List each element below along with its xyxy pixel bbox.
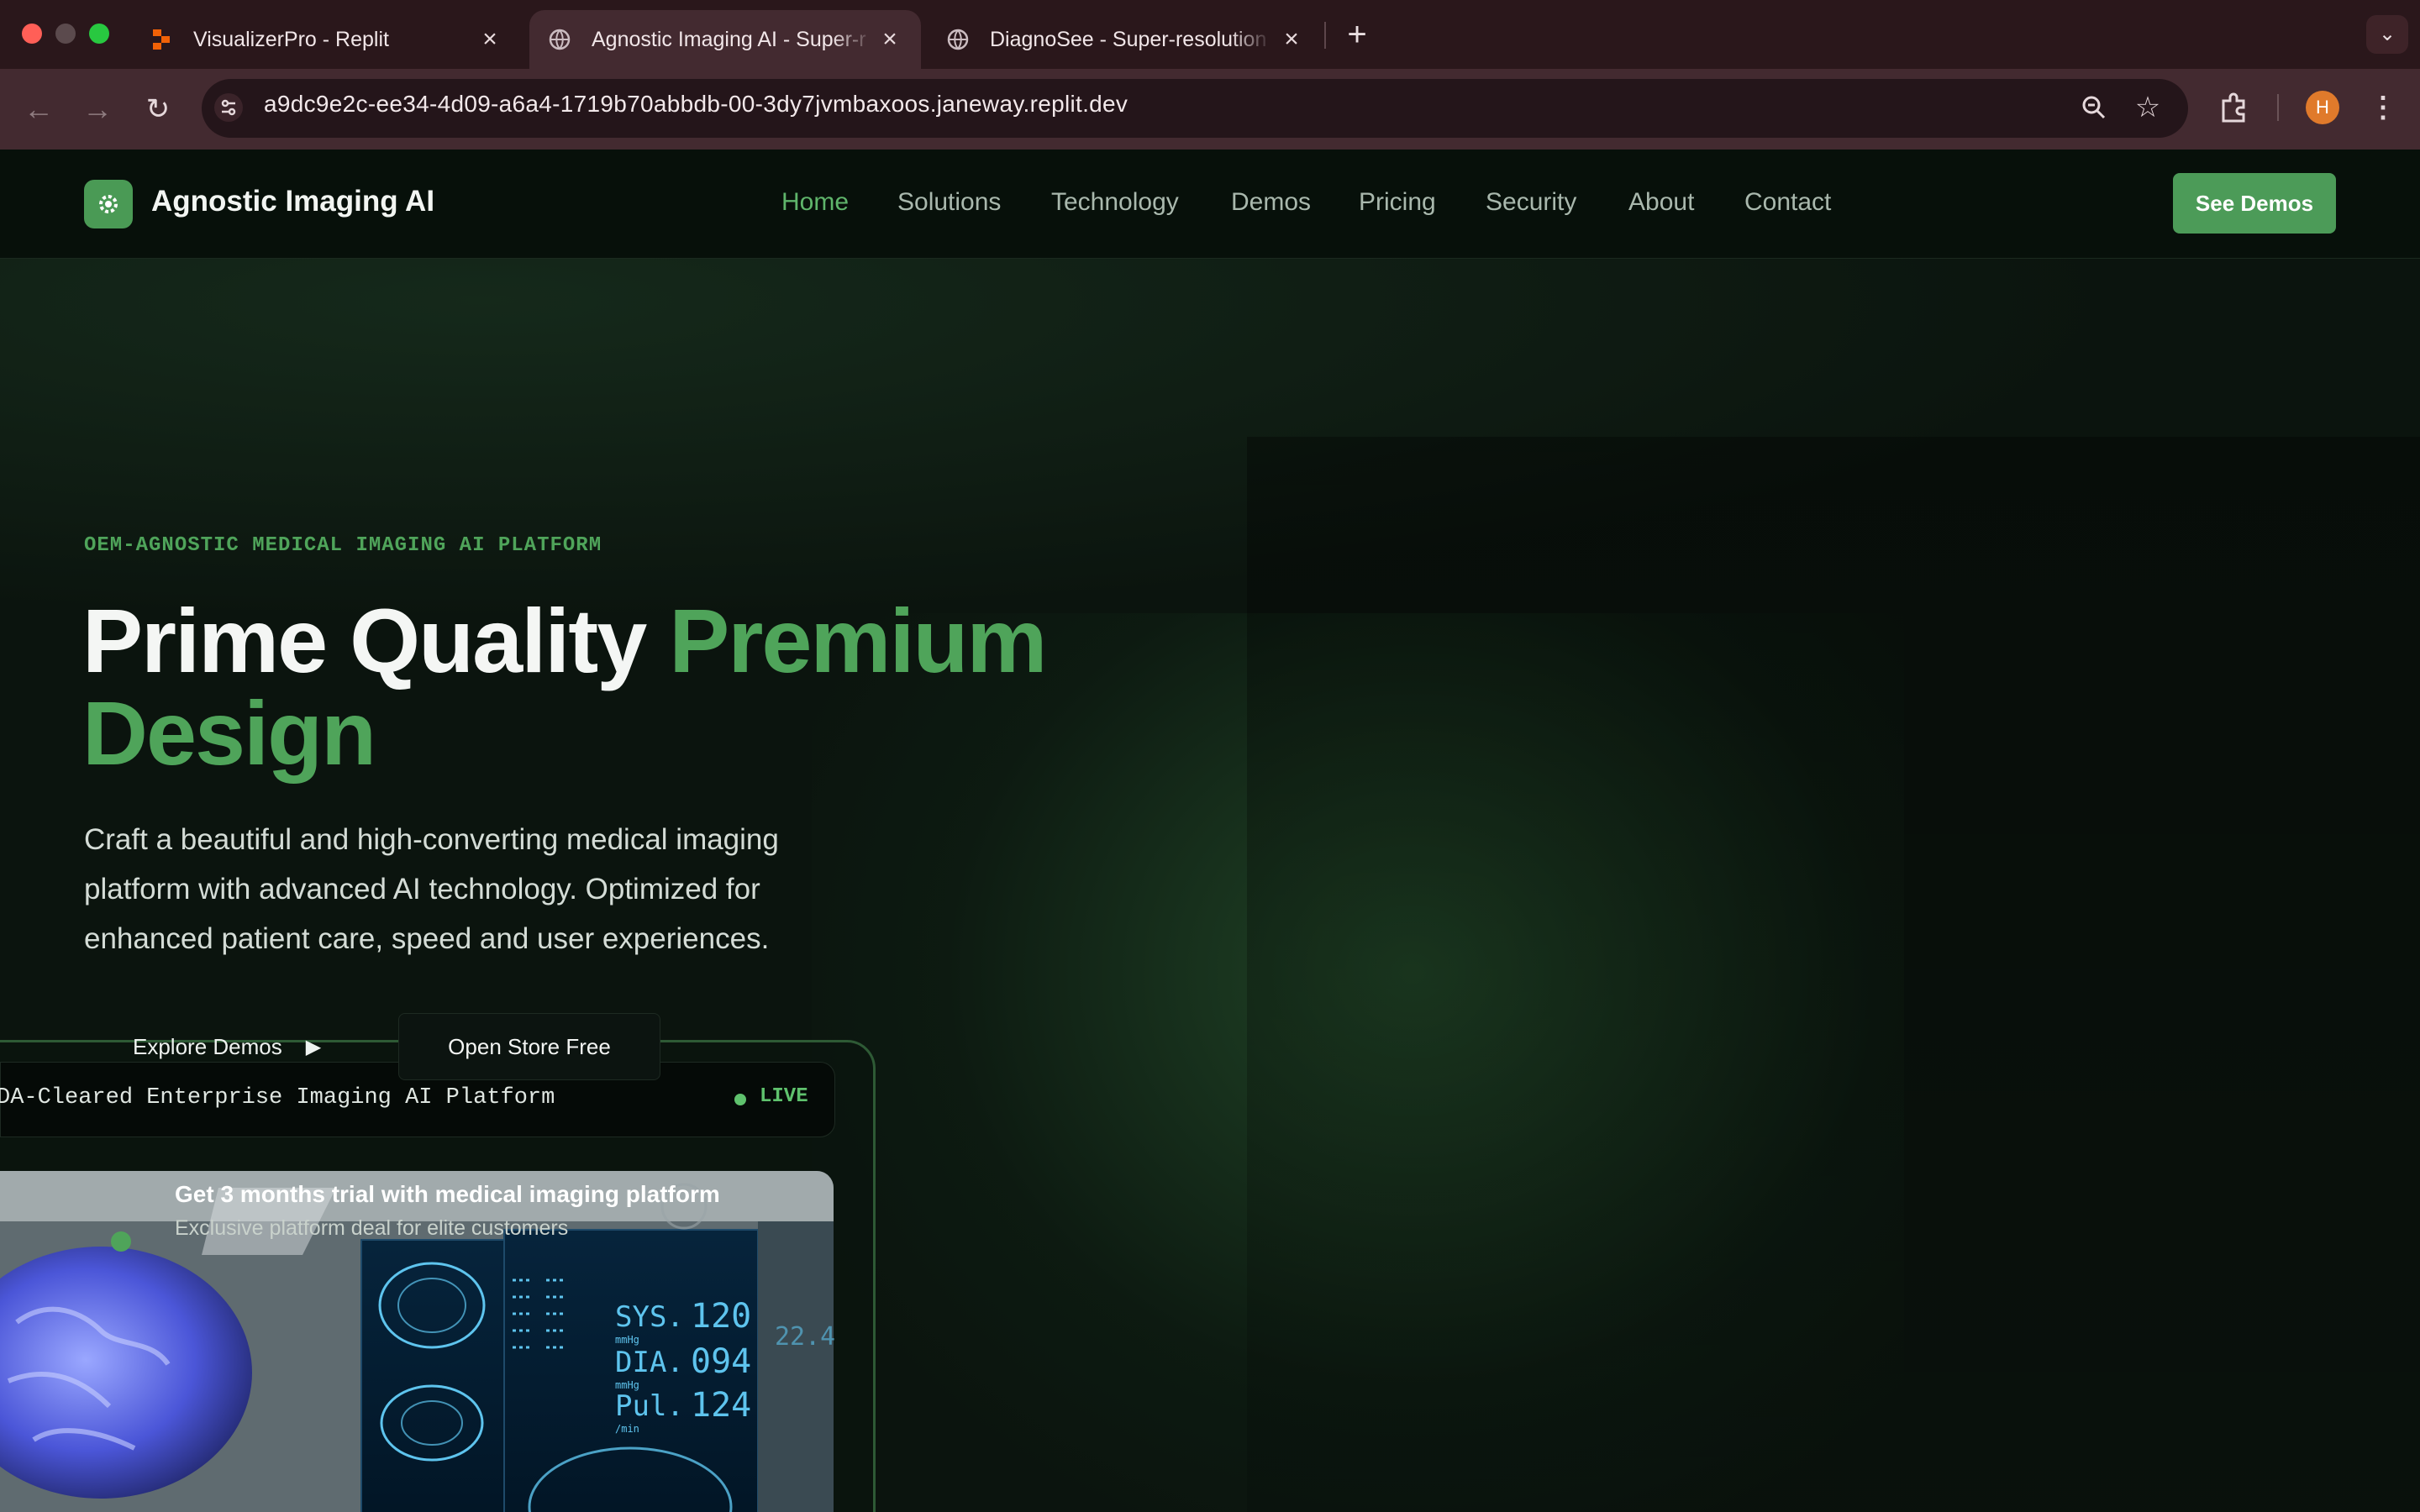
vital-pul-unit: /min bbox=[615, 1423, 639, 1435]
nav-home[interactable]: Home bbox=[781, 188, 849, 217]
profile-avatar[interactable]: H bbox=[2306, 91, 2339, 124]
new-tab-icon[interactable]: + bbox=[1338, 12, 1376, 57]
live-status-dot bbox=[734, 1094, 746, 1105]
forward-icon[interactable]: → bbox=[77, 89, 118, 129]
promo-title: Get 3 months trial with medical imaging … bbox=[175, 1181, 720, 1207]
hero-title-accent: Design bbox=[82, 682, 376, 784]
vital-sys-value: 120 bbox=[691, 1297, 752, 1336]
nav-pricing[interactable]: Pricing bbox=[1359, 188, 1436, 217]
promo-subtitle: Exclusive platform deal for elite custom… bbox=[175, 1216, 569, 1240]
nav-technology[interactable]: Technology bbox=[1051, 188, 1179, 217]
nav-solutions[interactable]: Solutions bbox=[897, 188, 1001, 217]
background-panel bbox=[1247, 437, 2420, 1512]
vital-side-value: 22.4 bbox=[775, 1322, 836, 1352]
open-store-button[interactable]: Open Store Free bbox=[398, 1013, 660, 1080]
browser-chrome: VisualizerPro - Replit × Agnostic Imagin… bbox=[0, 0, 2420, 150]
nav-contact[interactable]: Contact bbox=[1744, 188, 1831, 217]
close-icon[interactable]: × bbox=[1277, 25, 1306, 54]
hero-title: Prime Quality Premium Design bbox=[82, 595, 1175, 780]
play-icon: ▶ bbox=[305, 1035, 322, 1058]
hero-description: Craft a beautiful and high-converting me… bbox=[84, 823, 779, 955]
live-label: LIVE bbox=[760, 1085, 808, 1108]
tab-title: VisualizerPro - Replit bbox=[193, 27, 389, 51]
globe-icon bbox=[947, 29, 969, 50]
site-navbar: Agnostic Imaging AI Home Solutions Techn… bbox=[0, 150, 2420, 259]
browser-menu-icon[interactable]: ⋮ bbox=[2363, 87, 2403, 128]
close-icon[interactable]: × bbox=[476, 25, 504, 54]
close-icon[interactable]: × bbox=[876, 25, 904, 54]
explore-demos-button[interactable]: Explore Demos ▶ bbox=[133, 1030, 321, 1063]
vital-pul-value: 124 bbox=[691, 1386, 752, 1425]
bookmark-star-icon[interactable]: ☆ bbox=[2128, 87, 2168, 128]
hero-title-accent: Premium bbox=[669, 590, 1047, 691]
extensions-icon[interactable] bbox=[2217, 91, 2250, 124]
tab-title: DiagnoSee - Super-resolution bbox=[990, 27, 1267, 51]
see-demos-button[interactable]: See Demos bbox=[2173, 173, 2336, 234]
vital-sys-label: SYS. bbox=[615, 1300, 684, 1334]
nav-demos[interactable]: Demos bbox=[1231, 188, 1311, 217]
tab-strip: VisualizerPro - Replit × Agnostic Imagin… bbox=[0, 0, 2420, 69]
zoom-icon[interactable] bbox=[2079, 92, 2109, 123]
back-icon[interactable]: ← bbox=[18, 89, 59, 129]
tab-diagnosee[interactable]: DiagnoSee - Super-resolution × bbox=[928, 10, 1323, 69]
hero-title-part: Prime Quality bbox=[82, 590, 647, 691]
tab-divider bbox=[1324, 22, 1326, 49]
vital-pul-label: Pul. bbox=[615, 1389, 684, 1423]
vital-dia-label: DIA. bbox=[615, 1346, 684, 1379]
explore-demos-label: Explore Demos bbox=[133, 1033, 282, 1059]
nav-about[interactable]: About bbox=[1628, 188, 1694, 217]
replit-icon bbox=[153, 29, 170, 50]
reload-icon[interactable]: ↻ bbox=[138, 89, 178, 129]
logo-icon[interactable] bbox=[84, 180, 133, 228]
vital-dia-value: 094 bbox=[691, 1342, 752, 1381]
minimize-window-button[interactable] bbox=[55, 24, 76, 44]
tab-title: Agnostic Imaging AI - Super-r bbox=[592, 27, 866, 51]
hero-eyebrow: OEM-AGNOSTIC MEDICAL IMAGING AI PLATFORM bbox=[84, 534, 602, 557]
vital-sys-unit: mmHg bbox=[615, 1334, 639, 1346]
zoom-window-button[interactable] bbox=[89, 24, 109, 44]
nav-security[interactable]: Security bbox=[1486, 188, 1576, 217]
tab-visualizerpro[interactable]: VisualizerPro - Replit × bbox=[126, 10, 521, 69]
webpage: Agnostic Imaging AI Home Solutions Techn… bbox=[0, 150, 2420, 1512]
tab-search-chevron-icon[interactable]: ⌄ bbox=[2366, 15, 2408, 54]
tab-agnostic-imaging[interactable]: Agnostic Imaging AI - Super-r × bbox=[529, 10, 921, 69]
url-text[interactable]: a9dc9e2c-ee34-4d09-a6a4-1719b70abbdb-00-… bbox=[264, 91, 1128, 118]
toolbar-divider bbox=[2277, 94, 2279, 121]
globe-icon bbox=[549, 29, 571, 50]
site-settings-icon[interactable] bbox=[213, 92, 244, 123]
live-banner-text: DA-Cleared Enterprise Imaging AI Platfor… bbox=[0, 1085, 555, 1110]
brand-name[interactable]: Agnostic Imaging AI bbox=[151, 185, 434, 218]
close-window-button[interactable] bbox=[22, 24, 42, 44]
